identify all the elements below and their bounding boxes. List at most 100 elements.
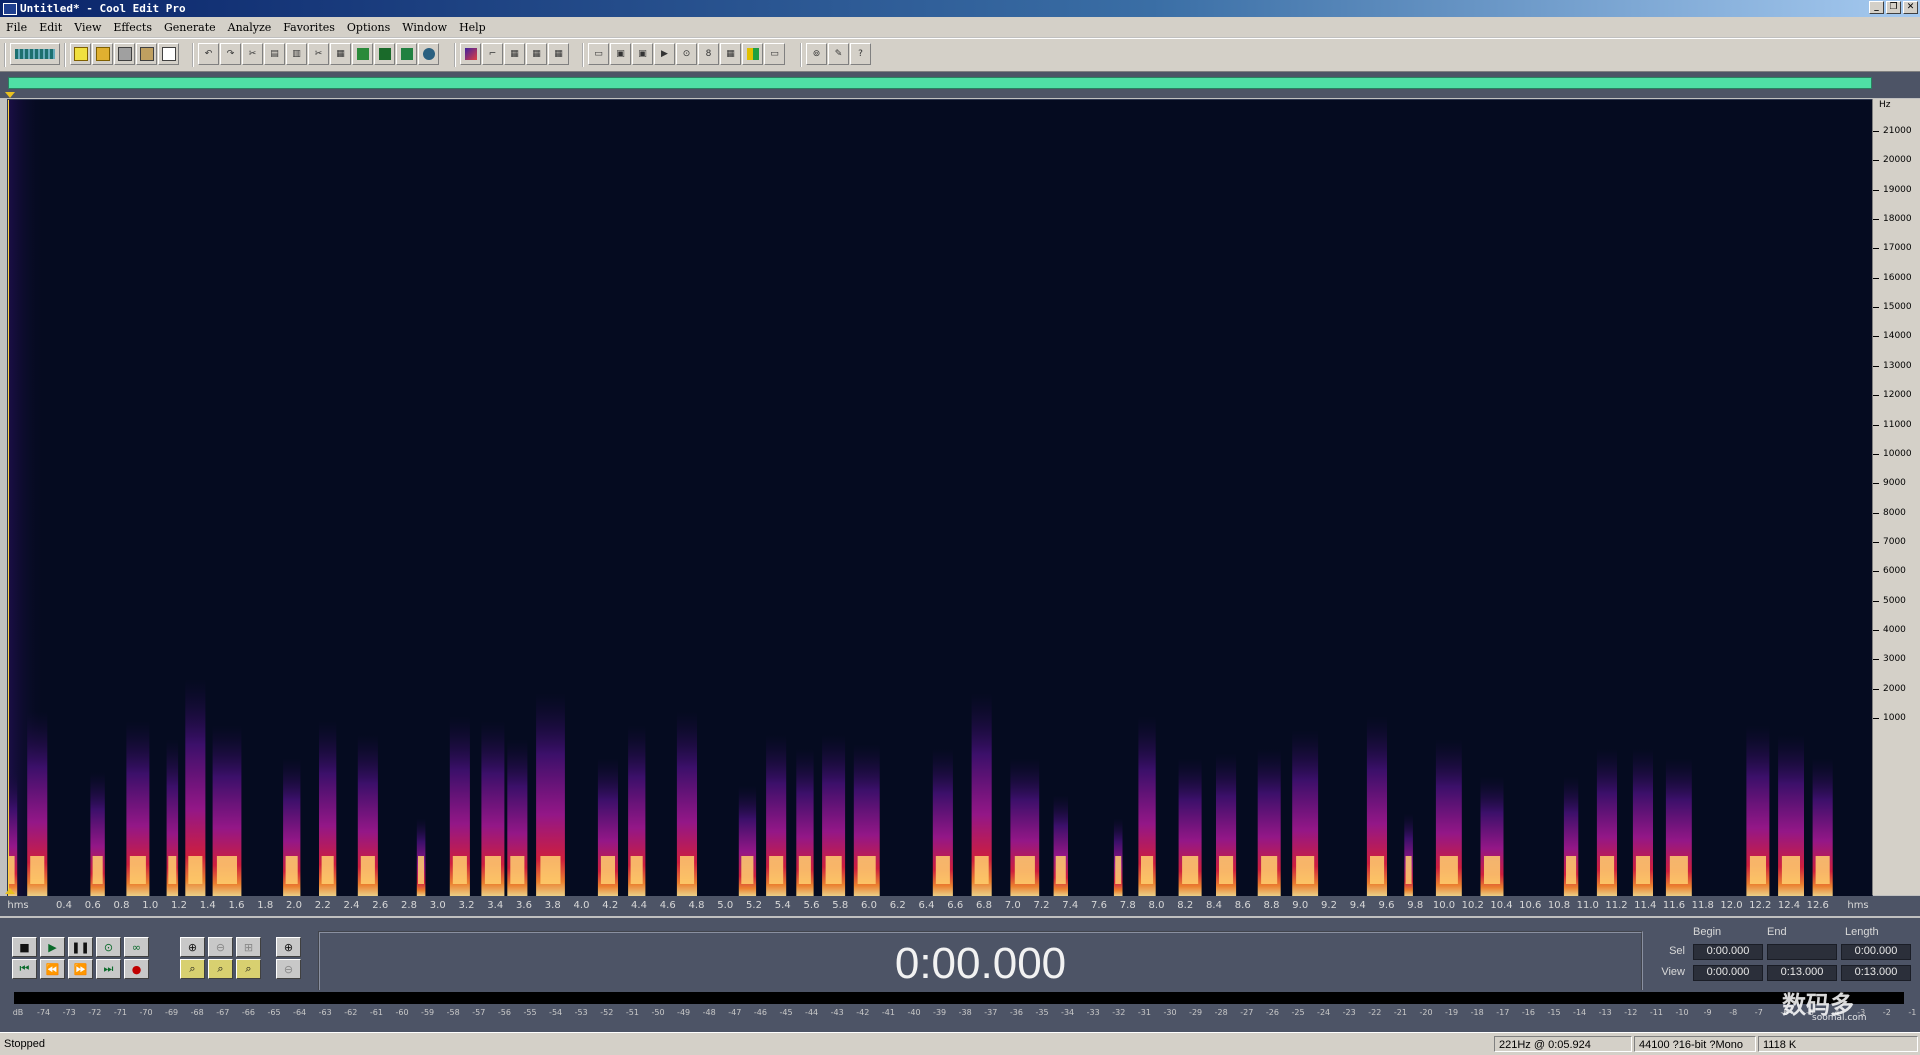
spectral-burst-core [1749,856,1766,884]
sel-length-field[interactable]: 0:00.000 [1841,944,1911,960]
trim-icon[interactable] [396,43,417,65]
spectral-burst-core [857,856,876,884]
new-file-icon[interactable] [70,43,91,65]
frequency-tick [1873,248,1879,250]
copy-new-icon[interactable]: ▥ [286,43,307,65]
grid-view-icon[interactable]: ▦ [504,43,525,65]
time-ruler[interactable]: hms hms 0.4 0.6 0.8 1.0 1.2 1.4 1.6 1.8 2.0 2.2 2.… [0,888,1920,916]
grid-view-2-icon[interactable]: ▦ [548,43,569,65]
redo-icon[interactable]: ↷ [220,43,241,65]
save-icon[interactable] [114,43,135,65]
record-button[interactable]: ● [124,959,149,979]
menu-effects[interactable]: Effects [107,21,158,34]
menu-analyze[interactable]: Analyze [222,21,278,34]
zoom-in-icon[interactable]: ⊕ [180,937,205,957]
go-to-end-button[interactable]: ⏭ [96,959,121,979]
toolbar-group-view: ⌐ ▦ ▦ ▦ [454,43,569,67]
menu-view[interactable]: View [68,21,107,34]
scissors-icon[interactable]: ✂ [242,43,263,65]
time-tick-label: 1.0 [142,900,159,911]
status-bar: Stopped 221Hz @ 0:05.924 44100 ?16-bit ?… [0,1032,1920,1055]
loop-button[interactable]: ∞ [124,937,149,957]
zoom-out-vertical-icon[interactable]: ⊖ [276,959,301,979]
menu-file[interactable]: File [0,21,33,34]
copy-icon[interactable]: ▤ [264,43,285,65]
restore-button[interactable]: ❐ [1886,1,1901,14]
overview-range[interactable] [8,77,1872,89]
play-cursor[interactable] [8,100,9,896]
zoom-full-icon[interactable]: ⊞ [236,937,261,957]
stereo-icon[interactable]: ▣ [632,43,653,65]
spectrogram-canvas[interactable] [8,100,1872,896]
waveform-view-icon[interactable]: ⌐ [482,43,503,65]
spectrogram-view[interactable] [7,99,1873,897]
stop-button[interactable]: ■ [12,937,37,957]
help-icon[interactable]: ? [850,43,871,65]
mono-icon[interactable]: ▣ [610,43,631,65]
script-icon[interactable]: ✎ [828,43,849,65]
status-format: 44100 ?16-bit ?Mono [1634,1036,1756,1052]
cut-icon[interactable]: ✂ [308,43,329,65]
view-end-field[interactable]: 0:13.000 [1767,965,1837,981]
scan-icon[interactable]: ⊙ [676,43,697,65]
rewind-button[interactable]: ⏪ [40,959,65,979]
end-marker-icon[interactable] [5,888,15,894]
grid-view-alt-icon[interactable]: ▦ [526,43,547,65]
time-tick-label: 8.4 [1206,900,1222,911]
snap-icon[interactable] [418,43,439,65]
play-cursor-icon[interactable]: ▶ [654,43,675,65]
level-label: -58 [446,1008,460,1017]
time-tick-label: 7.2 [1033,900,1050,911]
paste-new-icon[interactable] [352,43,373,65]
zoom-in-vertical-icon[interactable]: ⊕ [276,937,301,957]
menu-options[interactable]: Options [341,21,396,34]
time-tick-label: 4.6 [659,900,676,911]
save-as-icon[interactable] [136,43,157,65]
grid-options-icon[interactable]: ▦ [720,43,741,65]
end-header: End [1767,926,1787,938]
pause-button[interactable]: ❚❚ [68,937,93,957]
spectral-view-icon[interactable] [460,43,481,65]
multitrack-toggle-button[interactable] [10,43,60,65]
minimize-button[interactable]: _ [1869,1,1884,14]
zoom-right-icon[interactable]: ⌕ [208,959,233,979]
zoom-selection-icon[interactable]: ⌕ [236,959,261,979]
view-length-field[interactable]: 0:13.000 [1841,965,1911,981]
undo-icon[interactable]: ↶ [198,43,219,65]
play-button[interactable]: ▶ [40,937,65,957]
cd-icon[interactable]: ⊚ [806,43,827,65]
blank-panel-icon[interactable]: ▭ [764,43,785,65]
menu-edit[interactable]: Edit [33,21,68,34]
frequency-label: 12000 [1883,390,1912,401]
time-tick-label: 12.6 [1806,900,1829,911]
open-file-icon[interactable] [92,43,113,65]
menu-window[interactable]: Window [396,21,453,34]
time-tick-label: 2.6 [372,900,389,911]
track-icon[interactable]: ▭ [588,43,609,65]
zoom-left-icon[interactable]: ⌕ [180,959,205,979]
menu-help[interactable]: Help [453,21,492,34]
time-tick-label: 6.2 [889,900,906,911]
fast-forward-button[interactable]: ⏩ [68,959,93,979]
start-marker-icon[interactable] [5,92,15,98]
close-file-icon[interactable] [158,43,179,65]
level-label: -64 [293,1008,307,1017]
sel-end-field[interactable] [1767,944,1837,960]
overview-bar[interactable] [0,72,1920,98]
zoom-out-icon[interactable]: ⊖ [208,937,233,957]
level-label: -28 [1214,1008,1228,1017]
level-label: -24 [1317,1008,1331,1017]
menu-favorites[interactable]: Favorites [277,21,341,34]
menu-generate[interactable]: Generate [158,21,222,34]
close-button[interactable]: ✕ [1903,1,1918,14]
mix-paste-icon[interactable] [374,43,395,65]
play-to-end-button[interactable]: ⊙ [96,937,121,957]
sel-begin-field[interactable]: 0:00.000 [1693,944,1763,960]
go-to-start-button[interactable]: ⏮ [12,959,37,979]
time-tick-label: 5.4 [774,900,791,911]
color-bars-icon[interactable] [742,43,763,65]
view-begin-field[interactable]: 0:00.000 [1693,965,1763,981]
watermark-subtext: soomal.com [1812,1013,1867,1023]
paste-icon[interactable]: ▦ [330,43,351,65]
bit-depth-icon[interactable]: 8 [698,43,719,65]
